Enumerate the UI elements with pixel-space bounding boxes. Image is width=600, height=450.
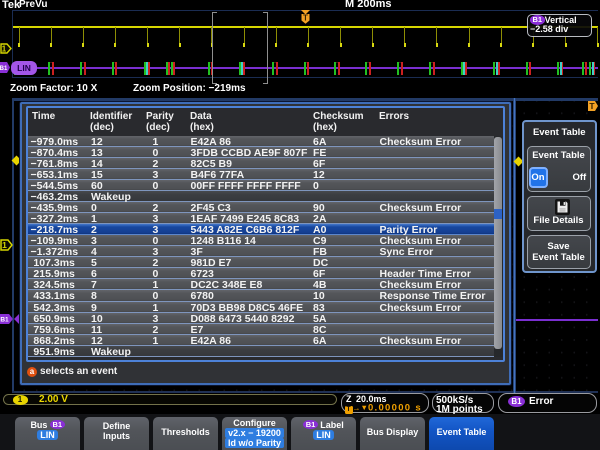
svg-text:B1: B1 (0, 66, 8, 72)
svg-text:B1: B1 (0, 317, 9, 324)
svg-text:1: 1 (2, 240, 7, 250)
svg-text:T: T (589, 101, 595, 111)
svg-text:T: T (303, 14, 308, 23)
svg-text:1: 1 (2, 44, 7, 53)
